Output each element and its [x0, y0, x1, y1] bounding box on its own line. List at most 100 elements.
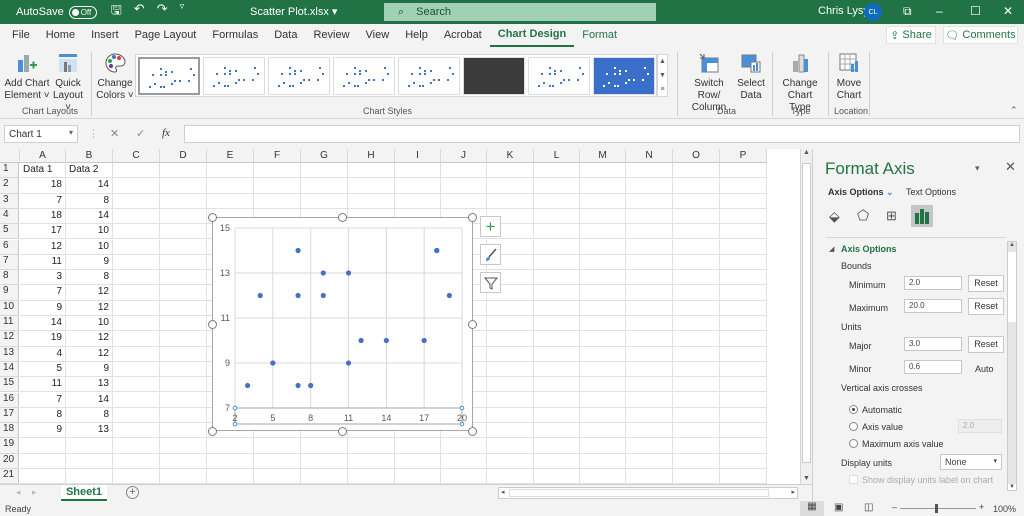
cell-J20[interactable] [441, 453, 487, 469]
cell-P12[interactable] [720, 331, 767, 347]
cell-D9[interactable] [160, 285, 207, 301]
cell-K13[interactable] [487, 346, 534, 362]
cell-B2[interactable]: 14 [66, 178, 113, 194]
cell-F19[interactable] [254, 438, 301, 454]
show-units-checkbox[interactable] [849, 475, 858, 484]
cell-B13[interactable]: 12 [66, 346, 113, 362]
cell-A1[interactable]: Data 1 [20, 163, 66, 179]
cell-O17[interactable] [673, 407, 720, 424]
scatter-chart[interactable]: 2 5 8 11 14 17 20 7 9 11 13 15 [212, 217, 473, 431]
sheet-tab-sheet1[interactable]: Sheet1 [61, 485, 107, 501]
cell-F2[interactable] [254, 178, 301, 194]
document-title[interactable]: Scatter Plot.xlsx ▾ [250, 5, 337, 18]
cell-K16[interactable] [487, 392, 534, 408]
cell-C2[interactable] [113, 178, 160, 194]
cell-N6[interactable] [626, 239, 673, 255]
cell-M8[interactable] [580, 270, 626, 286]
cell-C13[interactable] [113, 346, 160, 362]
zoom-out-icon[interactable]: – [892, 502, 897, 512]
row-header-20[interactable]: 20 [0, 453, 19, 469]
cell-O19[interactable] [673, 438, 720, 454]
chart-styles-button[interactable] [480, 244, 501, 265]
major-input[interactable]: 3.0 [904, 337, 962, 351]
cell-C8[interactable] [113, 270, 160, 286]
row-header-4[interactable]: 4 [0, 208, 19, 225]
cell-H20[interactable] [348, 453, 395, 469]
cell-B7[interactable]: 9 [66, 254, 113, 271]
redo-icon[interactable]: ↷ [157, 1, 168, 23]
cell-L3[interactable] [534, 193, 580, 209]
cell-O15[interactable] [673, 377, 720, 393]
resize-handle-left[interactable] [208, 320, 217, 329]
cell-J3[interactable] [441, 193, 487, 209]
avatar[interactable]: CL [864, 3, 882, 21]
cell-O1[interactable] [673, 163, 720, 179]
column-header-c[interactable]: C [113, 149, 160, 163]
cell-N16[interactable] [626, 392, 673, 408]
cell-B9[interactable]: 12 [66, 285, 113, 301]
effects-icon[interactable]: ⬠ [857, 207, 869, 224]
column-header-b[interactable]: B [66, 149, 113, 163]
cell-A14[interactable]: 5 [20, 361, 66, 378]
column-header-m[interactable]: M [580, 149, 626, 163]
cell-D18[interactable] [160, 423, 207, 439]
cell-O13[interactable] [673, 346, 720, 362]
cell-A20[interactable] [20, 453, 66, 469]
cell-B5[interactable]: 10 [66, 224, 113, 240]
collapse-ribbon-icon[interactable]: ⌃ [1010, 105, 1018, 116]
cell-O18[interactable] [673, 423, 720, 439]
cell-N15[interactable] [626, 377, 673, 393]
cell-C6[interactable] [113, 239, 160, 255]
cell-P7[interactable] [720, 254, 767, 271]
cell-L15[interactable] [534, 377, 580, 393]
cell-P4[interactable] [720, 208, 767, 225]
cell-D8[interactable] [160, 270, 207, 286]
cell-M21[interactable] [580, 469, 626, 484]
cell-B8[interactable]: 8 [66, 270, 113, 286]
cell-O10[interactable] [673, 300, 720, 316]
cell-M15[interactable] [580, 377, 626, 393]
cell-F21[interactable] [254, 469, 301, 484]
cell-G3[interactable] [301, 193, 348, 209]
cell-L14[interactable] [534, 361, 580, 378]
chart-elements-button[interactable]: + [480, 216, 501, 237]
cell-N21[interactable] [626, 469, 673, 484]
cell-P5[interactable] [720, 224, 767, 240]
row-header-12[interactable]: 12 [0, 331, 19, 347]
cell-O5[interactable] [673, 224, 720, 240]
chart-filters-button[interactable] [480, 272, 501, 293]
tab-text-options[interactable]: Text Options [906, 187, 956, 197]
cell-D13[interactable] [160, 346, 207, 362]
cell-L13[interactable] [534, 346, 580, 362]
cell-E1[interactable] [207, 163, 254, 179]
tab-format[interactable]: Format [574, 24, 625, 47]
zoom-in-icon[interactable]: + [979, 502, 984, 512]
add-chart-element-button[interactable]: Add Chart Element ˅ [4, 52, 50, 102]
cell-G20[interactable] [301, 453, 348, 469]
cell-H2[interactable] [348, 178, 395, 194]
zoom-slider[interactable] [900, 508, 976, 509]
cell-D11[interactable] [160, 316, 207, 332]
cell-K2[interactable] [487, 178, 534, 194]
cell-L5[interactable] [534, 224, 580, 240]
tab-chart-design[interactable]: Chart Design [489, 24, 575, 47]
page-layout-view-icon[interactable]: ▣ [834, 502, 843, 513]
cell-C5[interactable] [113, 224, 160, 240]
cell-D7[interactable] [160, 254, 207, 271]
cell-O14[interactable] [673, 361, 720, 378]
cell-C9[interactable] [113, 285, 160, 301]
cell-O8[interactable] [673, 270, 720, 286]
column-header-j[interactable]: J [441, 149, 487, 163]
cell-I3[interactable] [395, 193, 441, 209]
column-header-h[interactable]: H [348, 149, 395, 163]
row-header-16[interactable]: 16 [0, 392, 19, 408]
cell-N3[interactable] [626, 193, 673, 209]
cell-L12[interactable] [534, 331, 580, 347]
cell-L1[interactable] [534, 163, 580, 179]
row-header-6[interactable]: 6 [0, 239, 19, 255]
cell-N14[interactable] [626, 361, 673, 378]
row-header-5[interactable]: 5 [0, 224, 19, 240]
vertical-scrollbar[interactable]: ▲ ▼ [800, 149, 812, 484]
cell-A11[interactable]: 14 [20, 316, 66, 332]
cell-B4[interactable]: 14 [66, 208, 113, 225]
